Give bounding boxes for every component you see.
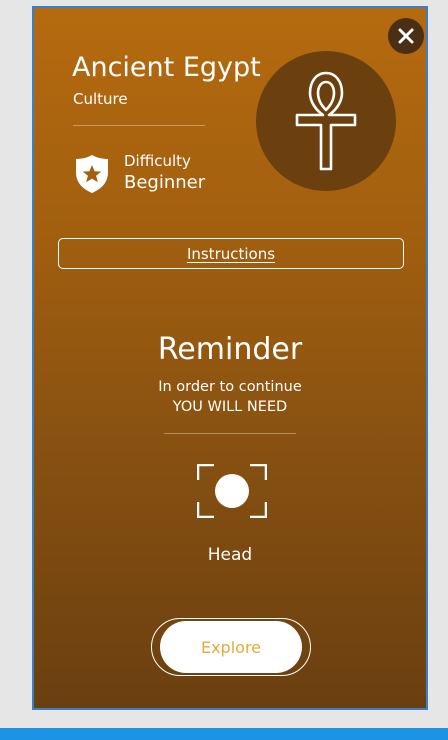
explore-button[interactable]: Explore bbox=[160, 621, 302, 673]
close-button[interactable] bbox=[388, 18, 424, 54]
instructions-label: Instructions bbox=[186, 244, 276, 263]
reminder-text-line-1: In order to continue bbox=[158, 379, 302, 395]
difficulty-label: Difficulty bbox=[124, 152, 191, 170]
reminder-divider bbox=[164, 433, 296, 434]
title-divider bbox=[73, 125, 205, 126]
topic-title: Ancient Egypt bbox=[72, 52, 261, 83]
activity-card: Ancient Egypt Culture Difficulty Beginne… bbox=[32, 6, 428, 710]
ankh-icon bbox=[295, 71, 357, 171]
instructions-button[interactable]: Instructions bbox=[58, 238, 404, 269]
topic-emblem bbox=[256, 51, 396, 191]
topic-category: Culture bbox=[73, 90, 128, 108]
explore-label: Explore bbox=[200, 637, 262, 657]
face-scan-icon bbox=[197, 464, 267, 518]
difficulty-value: Beginner bbox=[124, 172, 206, 193]
badge-star-icon bbox=[76, 155, 108, 193]
requirement-label: Head bbox=[207, 545, 253, 565]
reminder-title: Reminder bbox=[157, 332, 303, 367]
reminder-text-line-2: YOU WILL NEED bbox=[172, 399, 288, 415]
close-icon bbox=[398, 28, 414, 44]
bottom-bar bbox=[0, 728, 448, 740]
